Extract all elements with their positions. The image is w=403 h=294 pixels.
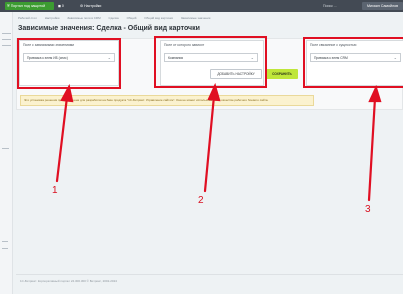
arrow-3-icon <box>367 96 377 202</box>
arrow-1-icon <box>55 95 69 183</box>
arrow-3-head-icon <box>368 84 382 103</box>
annotation-arrows <box>55 82 382 202</box>
footer-copyright: 1С-Битрикс: Корпоративный портал 24.300.… <box>20 279 117 283</box>
annotation-number-1: 1 <box>52 185 58 196</box>
arrow-2-icon <box>203 94 216 193</box>
footer-divider <box>16 274 403 275</box>
arrow-1-head-icon <box>60 83 74 103</box>
annotation-number-3: 3 <box>365 204 371 215</box>
arrow-2-head-icon <box>207 82 221 102</box>
annotation-number-2: 2 <box>198 195 204 206</box>
